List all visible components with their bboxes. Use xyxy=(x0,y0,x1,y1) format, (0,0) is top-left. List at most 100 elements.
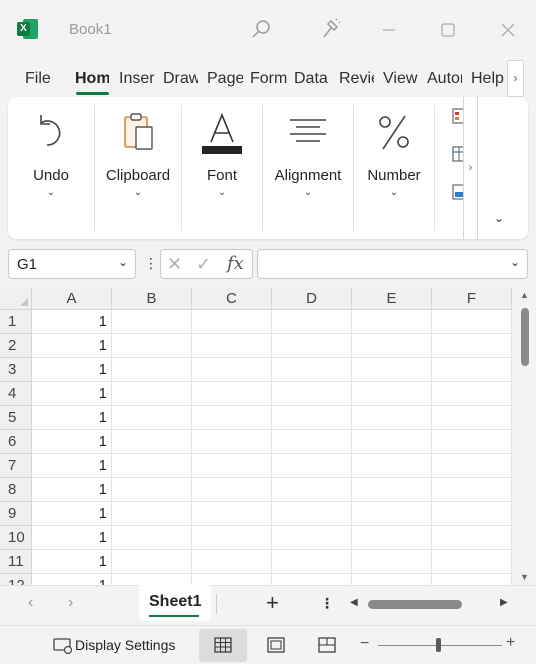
column-header-b[interactable]: B xyxy=(112,288,192,310)
vertical-scroll-thumb[interactable] xyxy=(521,308,529,366)
maximize-icon[interactable] xyxy=(435,16,463,44)
cell-a11[interactable]: 1 xyxy=(32,550,112,574)
cell-d7[interactable] xyxy=(272,454,352,478)
row-header-2[interactable]: 2 xyxy=(0,334,32,358)
row-header-8[interactable]: 8 xyxy=(0,478,32,502)
tab-insert[interactable]: Insert xyxy=(119,70,154,88)
previous-sheet-icon[interactable]: ‹ xyxy=(28,594,33,612)
scroll-left-arrow-icon[interactable]: ◀ xyxy=(350,597,358,608)
zoom-out-button[interactable]: − xyxy=(360,635,369,653)
chevron-down-icon[interactable]: ⌄ xyxy=(510,255,520,269)
cell-a2[interactable]: 1 xyxy=(32,334,112,358)
cell-f8[interactable] xyxy=(432,478,512,502)
cell-a5[interactable]: 1 xyxy=(32,406,112,430)
cell-a7[interactable]: 1 xyxy=(32,454,112,478)
cell-f3[interactable] xyxy=(432,358,512,382)
cell-b1[interactable] xyxy=(112,310,192,334)
cell-b9[interactable] xyxy=(112,502,192,526)
cell-b5[interactable] xyxy=(112,406,192,430)
tab-help[interactable]: Help xyxy=(471,70,506,88)
cell-a12[interactable]: 1 xyxy=(32,574,112,585)
cell-f1[interactable] xyxy=(432,310,512,334)
horizontal-scroll-thumb[interactable] xyxy=(368,600,462,609)
cell-e6[interactable] xyxy=(352,430,432,454)
cell-d2[interactable] xyxy=(272,334,352,358)
cell-a6[interactable]: 1 xyxy=(32,430,112,454)
row-header-9[interactable]: 9 xyxy=(0,502,32,526)
cell-c10[interactable] xyxy=(192,526,272,550)
cell-e1[interactable] xyxy=(352,310,432,334)
scroll-down-arrow-icon[interactable]: ▼ xyxy=(520,572,529,582)
sheet-tab-sheet1[interactable]: Sheet1 xyxy=(139,585,211,621)
tab-view[interactable]: View xyxy=(383,70,419,88)
cell-e2[interactable] xyxy=(352,334,432,358)
cell-d1[interactable] xyxy=(272,310,352,334)
collapse-ribbon-chevron-icon[interactable]: ⌄ xyxy=(494,211,504,225)
cell-e12[interactable] xyxy=(352,574,432,585)
normal-view-button[interactable] xyxy=(199,629,247,662)
cell-c12[interactable] xyxy=(192,574,272,585)
scroll-right-arrow-icon[interactable]: ▶ xyxy=(500,597,508,608)
cell-e4[interactable] xyxy=(352,382,432,406)
clipboard-group[interactable]: Clipboard ⌄ xyxy=(95,105,181,231)
cell-b7[interactable] xyxy=(112,454,192,478)
cell-a3[interactable]: 1 xyxy=(32,358,112,382)
sheet-options-icon[interactable]: ⋮ xyxy=(320,595,334,612)
cell-e9[interactable] xyxy=(352,502,432,526)
cell-b6[interactable] xyxy=(112,430,192,454)
enter-check-icon[interactable]: ✓ xyxy=(196,254,211,275)
cell-c8[interactable] xyxy=(192,478,272,502)
tab-draw[interactable]: Draw xyxy=(163,70,198,88)
cell-c9[interactable] xyxy=(192,502,272,526)
cell-d3[interactable] xyxy=(272,358,352,382)
tab-file[interactable]: File xyxy=(25,70,51,88)
cell-d10[interactable] xyxy=(272,526,352,550)
cell-b3[interactable] xyxy=(112,358,192,382)
tab-page-layout[interactable]: Page Layout xyxy=(207,70,243,88)
column-header-a[interactable]: A xyxy=(32,288,112,310)
cell-b8[interactable] xyxy=(112,478,192,502)
lightbulb-icon[interactable] xyxy=(316,16,344,44)
cell-d11[interactable] xyxy=(272,550,352,574)
row-header-10[interactable]: 10 xyxy=(0,526,32,550)
select-all-corner[interactable] xyxy=(0,288,32,310)
cell-c5[interactable] xyxy=(192,406,272,430)
cell-f6[interactable] xyxy=(432,430,512,454)
tab-formulas[interactable]: Formulas xyxy=(250,70,287,88)
cell-c3[interactable] xyxy=(192,358,272,382)
cell-d4[interactable] xyxy=(272,382,352,406)
display-settings-icon[interactable] xyxy=(53,638,73,654)
zoom-slider-thumb[interactable] xyxy=(436,638,441,652)
cell-e5[interactable] xyxy=(352,406,432,430)
cell-a4[interactable]: 1 xyxy=(32,382,112,406)
scroll-up-arrow-icon[interactable]: ▲ xyxy=(520,290,529,300)
cell-d12[interactable] xyxy=(272,574,352,585)
cell-e7[interactable] xyxy=(352,454,432,478)
display-settings-button[interactable]: Display Settings xyxy=(75,637,175,653)
cell-f12[interactable] xyxy=(432,574,512,585)
cell-b2[interactable] xyxy=(112,334,192,358)
undo-group[interactable]: Undo ⌄ xyxy=(8,105,94,231)
row-header-4[interactable]: 4 xyxy=(0,382,32,406)
page-break-view-button[interactable] xyxy=(303,629,351,662)
cell-f10[interactable] xyxy=(432,526,512,550)
cell-a1[interactable]: 1 xyxy=(32,310,112,334)
row-header-3[interactable]: 3 xyxy=(0,358,32,382)
cell-c7[interactable] xyxy=(192,454,272,478)
cell-f7[interactable] xyxy=(432,454,512,478)
next-sheet-icon[interactable]: › xyxy=(68,594,73,612)
cell-e10[interactable] xyxy=(352,526,432,550)
cell-d9[interactable] xyxy=(272,502,352,526)
column-header-f[interactable]: F xyxy=(432,288,512,310)
cell-d8[interactable] xyxy=(272,478,352,502)
minimize-icon[interactable] xyxy=(376,16,404,44)
name-box[interactable]: G1 ⌄ xyxy=(8,249,136,279)
cell-e3[interactable] xyxy=(352,358,432,382)
alignment-group[interactable]: Alignment ⌄ xyxy=(263,105,353,231)
cell-e11[interactable] xyxy=(352,550,432,574)
tab-automate[interactable]: Automate xyxy=(427,70,462,88)
tabs-scroll-right-button[interactable]: › xyxy=(507,60,524,97)
row-header-6[interactable]: 6 xyxy=(0,430,32,454)
row-header-11[interactable]: 11 xyxy=(0,550,32,574)
ribbon-scroll-right-button[interactable]: › xyxy=(463,97,478,239)
